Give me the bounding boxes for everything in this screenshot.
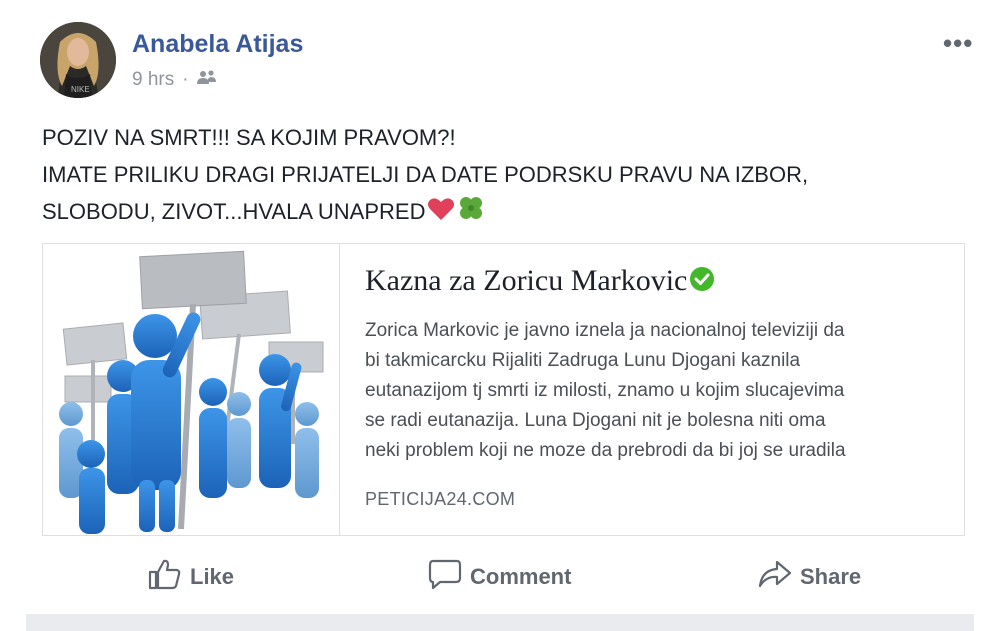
red-heart-icon — [427, 195, 455, 232]
link-preview-card[interactable]: Kazna za Zoricu Markovic Zorica Markovic… — [42, 243, 965, 536]
protesters-with-signs-illustration[interactable] — [43, 244, 340, 535]
author-name[interactable]: Anabela Atijas — [132, 30, 303, 59]
post-text-line: POZIV NA SMRT!!! SA KOJIM PRAVOM?! — [42, 125, 456, 150]
link-description-line: se radi eutanazija. Luna Djogani nit je … — [365, 410, 826, 431]
share-arrow-icon — [758, 558, 792, 596]
post-actions-bar: Like Comment Share — [42, 552, 965, 602]
facebook-post: NIKE Anabela Atijas 9 hrs · ••• POZIV NA… — [0, 0, 1000, 631]
link-title-text: Kazna za Zoricu Markovic — [365, 264, 688, 297]
verified-check-icon — [689, 266, 715, 300]
meta-separator: · — [182, 69, 189, 90]
like-label: Like — [190, 564, 235, 589]
link-domain: PETICIJA24.COM — [365, 489, 516, 509]
four-leaf-clover-icon — [457, 194, 485, 233]
post-menu-button[interactable]: ••• — [943, 28, 973, 59]
thumbs-up-icon — [148, 558, 182, 596]
friends-icon[interactable] — [196, 69, 217, 91]
link-title[interactable]: Kazna za Zoricu Markovic — [365, 264, 715, 300]
post-body: POZIV NA SMRT!!! SA KOJIM PRAVOM?! IMATE… — [42, 119, 982, 233]
share-label: Share — [800, 564, 862, 589]
post-text-line: SLOBODU, ZIVOT...HVALA UNAPRED — [42, 199, 426, 224]
like-button[interactable]: Like — [148, 558, 234, 596]
speech-bubble-icon — [428, 558, 462, 596]
svg-text:NIKE: NIKE — [71, 85, 90, 94]
share-button[interactable]: Share — [758, 558, 861, 596]
post-time[interactable]: 9 hrs — [132, 69, 174, 91]
link-description-line: eutanazijom tj smrti iz milosti, znamo u… — [365, 380, 845, 401]
comments-divider — [26, 614, 974, 631]
link-description: Zorica Markovic je javno iznela ja nacio… — [365, 316, 955, 466]
link-description-line: neki problem koji ne moze da prebrodi da… — [365, 440, 846, 461]
comment-label: Comment — [470, 564, 572, 589]
comment-button[interactable]: Comment — [428, 558, 571, 596]
post-text-line: IMATE PRILIKU DRAGI PRIJATELJI DA DATE P… — [42, 162, 809, 187]
post-meta: 9 hrs · — [132, 69, 217, 91]
link-description-line: bi takmicarcku Rijaliti Zadruga Lunu Djo… — [365, 350, 801, 371]
post-text-line-last: SLOBODU, ZIVOT...HVALA UNAPRED — [42, 193, 982, 233]
avatar-photo: NIKE — [40, 22, 116, 98]
avatar[interactable]: NIKE — [40, 22, 116, 98]
link-description-line: Zorica Markovic je javno iznela ja nacio… — [365, 320, 845, 341]
